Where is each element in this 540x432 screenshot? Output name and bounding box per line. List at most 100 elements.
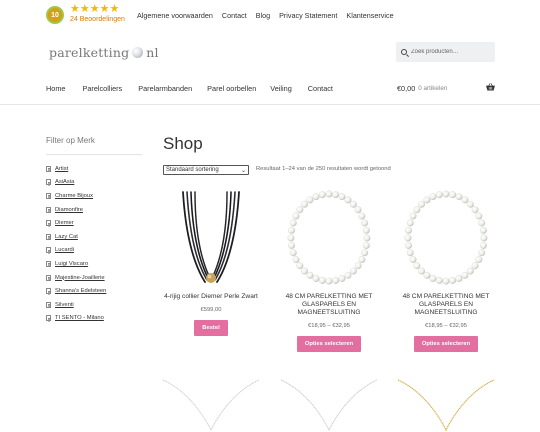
basket-icon[interactable] — [486, 83, 495, 91]
pearl-bead — [406, 249, 414, 257]
pearl-bead — [442, 190, 450, 198]
product-price: €18,95 – €32,95 — [308, 323, 350, 329]
pearl-bead — [429, 275, 437, 282]
product-name[interactable]: 48 CM PARELKETTING MET GLASPARELS EN MAG… — [279, 293, 379, 317]
brand-filter-list: Artist AsiAsia Charme Bijoux Diamonfire … — [46, 162, 146, 325]
product-card[interactable]: 48 CM PARELKETTING MET GLASPARELS EN MAG… — [396, 190, 496, 352]
main-navigation: Home Parelcolliers Parelarmbanden Parel … — [46, 84, 333, 93]
pearl-bead — [406, 219, 414, 227]
search-input[interactable] — [411, 49, 491, 55]
pearl-bead — [354, 206, 362, 214]
pearl-bead — [288, 242, 296, 249]
topnav-terms[interactable]: Algemene voorwaarden — [137, 11, 213, 20]
logo-text-left: parelketting — [49, 45, 130, 60]
pearl-bead — [358, 256, 366, 264]
search-box — [396, 42, 495, 62]
product-image-pearl-necklace[interactable] — [279, 190, 379, 285]
select-options-button[interactable]: Opties selecteren — [413, 336, 479, 352]
brand-item[interactable]: Diamonfire — [46, 203, 146, 217]
brand-item[interactable]: Artist — [46, 162, 146, 176]
brand-item[interactable]: Luigi Viscaro — [46, 257, 146, 271]
document-icon — [46, 260, 51, 267]
cart-summary[interactable]: €0,00 0 artikelen — [397, 83, 495, 93]
pearl-bead — [301, 200, 309, 208]
pearl-bead — [461, 196, 469, 204]
top-bar: 10 ★★★★★ 24 Beoordelingen Algemene voorw… — [0, 0, 540, 30]
topnav-customer-service[interactable]: Klantenservice — [346, 11, 393, 20]
brand-item[interactable]: AsiAsia — [46, 176, 146, 190]
product-image-silver-chain[interactable] — [279, 378, 379, 432]
sort-select[interactable]: Standaard sortering ⌄ — [163, 165, 249, 175]
top-navigation: Algemene voorwaarden Contact Blog Privac… — [137, 11, 394, 20]
logo-text-right: nl — [146, 45, 159, 60]
pearl-bead — [418, 200, 426, 208]
pearl-bead — [423, 196, 431, 204]
pearl-bead — [344, 196, 352, 204]
brand-item[interactable]: Charme Bijoux — [46, 189, 146, 203]
pearl-bead — [338, 275, 346, 282]
pearl-bead — [405, 242, 413, 249]
pearl-bead — [409, 256, 417, 264]
brand-item[interactable]: TI SENTO - Milano — [46, 312, 146, 326]
pearl-bead — [479, 226, 487, 234]
pearl-bead — [361, 249, 369, 257]
brand-item[interactable]: Majestine-Joaillerie — [46, 271, 146, 285]
pearl-bead — [318, 277, 326, 284]
nav-parelarmbanden[interactable]: Parelarmbanden — [138, 84, 192, 93]
topnav-blog[interactable]: Blog — [256, 11, 270, 20]
brand-item[interactable]: Lucardi — [46, 244, 146, 258]
chevron-down-icon: ⌄ — [240, 168, 246, 174]
product-name[interactable]: 4-rijig collier Diemer Perle Zwart — [161, 293, 261, 301]
pearl-bead — [435, 191, 443, 199]
document-icon — [46, 233, 51, 240]
brand-item[interactable]: Silventi — [46, 298, 146, 312]
brand-item[interactable]: Shanna's Edelsteen — [46, 284, 146, 298]
rating-badge[interactable]: 10 — [46, 6, 64, 24]
document-icon — [46, 247, 51, 254]
topnav-privacy[interactable]: Privacy Statement — [279, 11, 337, 20]
product-name[interactable]: 48 CM PARELKETTING MET GLASPARELS EN MAG… — [396, 293, 496, 317]
pearl-bead — [289, 249, 297, 257]
site-logo[interactable]: parelketting nl — [49, 45, 159, 60]
nav-contact[interactable]: Contact — [308, 84, 333, 93]
nav-home[interactable]: Home — [46, 84, 65, 93]
nav-parelcolliers[interactable]: Parelcolliers — [82, 84, 122, 93]
pearl-bead — [296, 206, 304, 214]
reviews-link[interactable]: 24 Beoordelingen — [70, 16, 125, 23]
product-image-pearl-necklace[interactable] — [396, 190, 496, 285]
brand-item[interactable]: Diemer — [46, 216, 146, 230]
pearl-bead — [471, 206, 479, 214]
pearl-bead — [349, 267, 357, 275]
pearl-bead — [325, 277, 333, 285]
document-icon — [46, 165, 51, 172]
pearl-bead — [358, 212, 366, 220]
product-image-gold-chain[interactable] — [396, 378, 496, 432]
select-options-button[interactable]: Opties selecteren — [296, 336, 362, 352]
topnav-contact[interactable]: Contact — [222, 11, 247, 20]
pearl-icon — [132, 47, 144, 58]
nav-veiling[interactable]: Veiling — [270, 84, 292, 93]
pearl-bead — [362, 242, 370, 249]
product-card[interactable]: 4-rijig collier Diemer Perle Zwart €599,… — [161, 190, 261, 336]
pearl-bead — [480, 234, 488, 242]
product-image-silver-chain[interactable] — [161, 378, 261, 432]
pearl-bead — [478, 219, 486, 227]
pearl-bead — [466, 267, 474, 275]
product-price: €18,95 – €32,95 — [425, 323, 467, 329]
pearl-bead — [354, 262, 362, 270]
document-icon — [46, 315, 51, 322]
pearl-bead — [461, 271, 469, 279]
pearl-bead — [288, 226, 296, 234]
pearl-bead — [418, 267, 426, 275]
pearl-bead — [363, 234, 371, 242]
brand-item[interactable]: Lazy Cat — [46, 230, 146, 244]
pearl-bead — [429, 193, 437, 201]
pearl-bead — [404, 234, 412, 242]
pearl-bead — [292, 212, 300, 220]
order-button[interactable]: Bestel — [194, 320, 228, 336]
product-image-black-necklace[interactable] — [161, 190, 261, 285]
document-icon — [46, 220, 51, 227]
nav-parel-oorbellen[interactable]: Parel oorbellen — [207, 84, 256, 93]
product-card[interactable]: 48 CM PARELKETTING MET GLASPARELS EN MAG… — [279, 190, 379, 352]
pearl-bead — [349, 200, 357, 208]
